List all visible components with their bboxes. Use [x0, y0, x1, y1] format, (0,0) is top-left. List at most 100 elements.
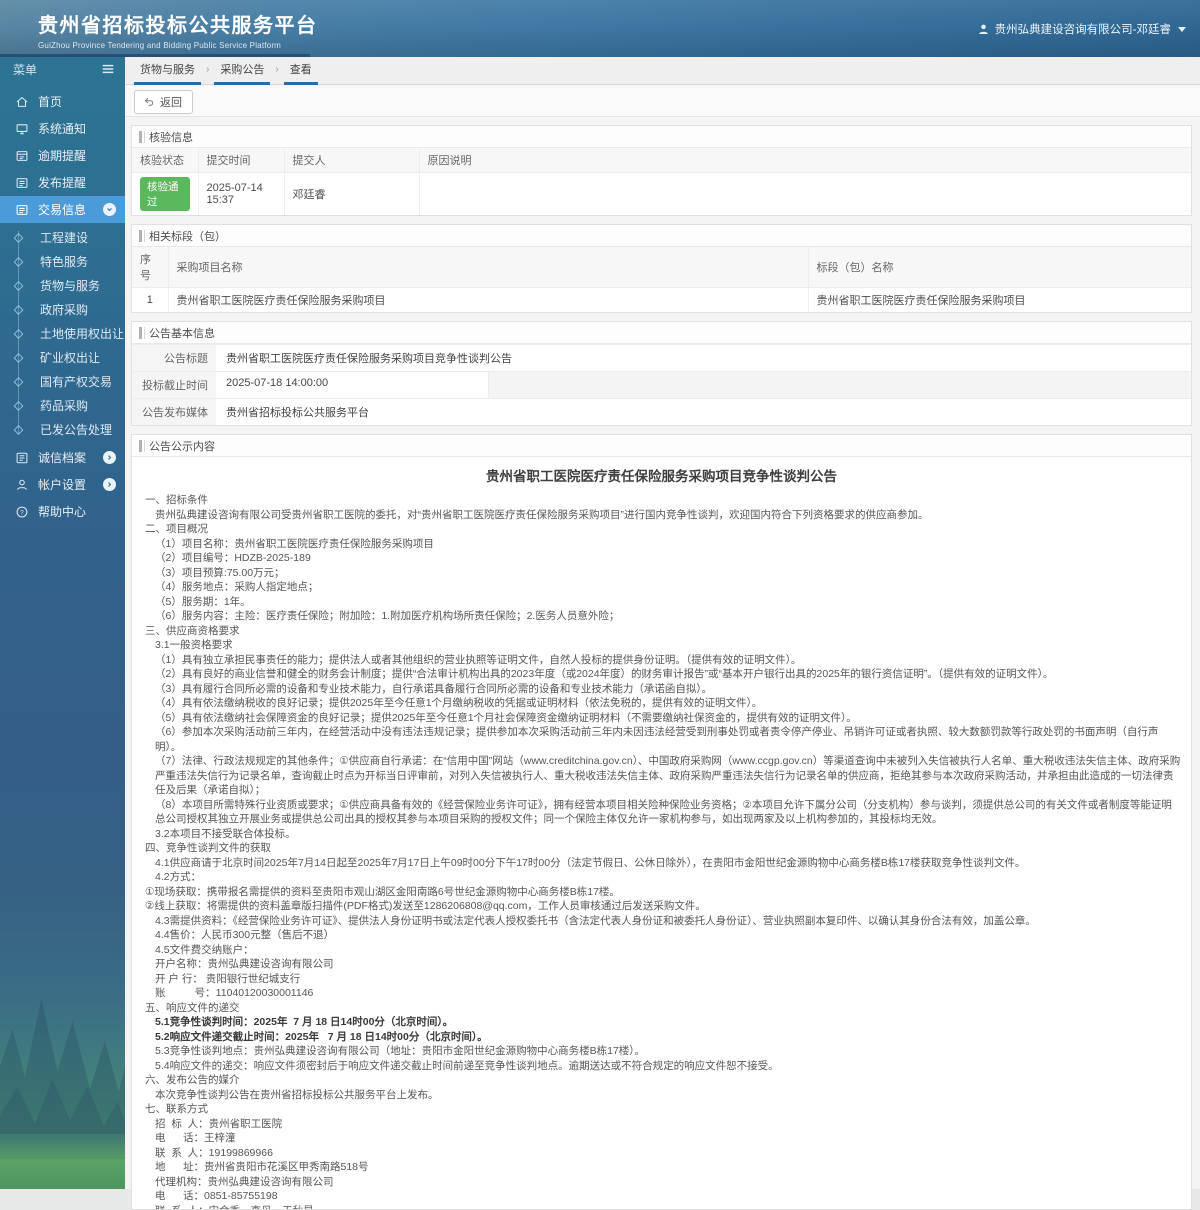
announcement-line: （2）具有良好的商业信誉和健全的财务会计制度；提供“合法审计机构出具的2023年…: [145, 667, 1181, 682]
user-name: 贵州弘典建设咨询有限公司-邓廷睿: [995, 21, 1171, 37]
breadcrumb-item-goods-services[interactable]: 货物与服务: [134, 57, 201, 85]
announcement-line: 代理机构：贵州弘典建设咨询有限公司: [145, 1175, 1181, 1190]
breadcrumb-item-procurement-notice[interactable]: 采购公告: [214, 57, 270, 85]
sidebar-item-notifications[interactable]: 系统通知: [0, 115, 125, 142]
status-badge: 核验通过: [140, 177, 190, 211]
sidebar-subitem[interactable]: 国有产权交易: [0, 370, 125, 394]
announcement-line: 开 户 行： 贵阳银行世纪城支行: [145, 972, 1181, 987]
archive-icon: [15, 451, 29, 465]
breadcrumb-item-view[interactable]: 查看: [284, 57, 318, 85]
info-label: 公告发布媒体: [132, 399, 216, 425]
sidebar-nav: 首页 系统通知 逾期提醒 发布提醒 交易信息 工程建设特色服务货物与: [0, 88, 125, 525]
sidebar: 菜单 首页 系统通知 逾期提醒 发布提醒 交易信息: [0, 57, 125, 1189]
sidebar-subitem[interactable]: 特色服务: [0, 250, 125, 274]
column-header: 提交时间: [198, 148, 284, 173]
announcement-line: 三、供应商资格要求: [145, 624, 1181, 639]
sidebar-subitem[interactable]: 工程建设: [0, 226, 125, 250]
sidebar-item-credit-archive[interactable]: 诚信档案: [0, 444, 125, 471]
announcement-line: 电 话：王梓潼: [145, 1131, 1181, 1146]
sidebar-subitem[interactable]: 已发公告处理: [0, 418, 125, 442]
basic-info-panel: 公告基本信息 公告标题 贵州省职工医院医疗责任保险服务采购项目竞争性谈判公告 投…: [131, 321, 1192, 426]
announcement-line: 开户名称：贵州弘典建设咨询有限公司: [145, 957, 1181, 972]
announcement-line: 4.3需提供资料：《经营保险业务许可证》、提供法人身份证明书或法定代表人授权委托…: [145, 914, 1181, 929]
packages-panel: 相关标段（包） 序号 采购项目名称 标段（包）名称 1 贵州省职工医院医疗责任保…: [131, 224, 1192, 313]
announcement-line: 账 号：11040120030001146: [145, 986, 1181, 1001]
bid-deadline-value: 2025-07-18 14:00:00: [216, 372, 488, 398]
column-header: 原因说明: [419, 148, 1191, 173]
announcement-line: 3.1一般资格要求: [145, 638, 1181, 653]
header-accent-bar: [0, 54, 310, 57]
sidebar-item-help-center[interactable]: ? 帮助中心: [0, 498, 125, 525]
announcement-line: 贵州弘典建设咨询有限公司受贵州省职工医院的委托，对“贵州省职工医院医疗责任保险服…: [145, 508, 1181, 523]
sidebar-item-label: 发布提醒: [38, 174, 86, 191]
announcement-line: 5.4响应文件的递交：响应文件须密封后于响应文件递交截止时间前递至竞争性谈判地点…: [145, 1059, 1181, 1074]
announcement-line: （5）具有依法缴纳社会保障资金的良好记录；提供2025年至今任意1个月社会保障资…: [145, 711, 1181, 726]
announcement-line: 5.3竞争性谈判地点：贵州弘典建设咨询有限公司（地址：贵阳市金阳世纪金源购物中心…: [145, 1044, 1181, 1059]
info-row-deadline: 投标截止时间 2025-07-18 14:00:00: [132, 371, 1191, 398]
sidebar-item-label: 交易信息: [38, 201, 86, 218]
announcement-line: 4.4售价：人民币300元整（售后不退）: [145, 928, 1181, 943]
chevron-down-icon: [103, 203, 116, 216]
sidebar-item-account-settings[interactable]: 帐户设置: [0, 471, 125, 498]
basic-info-panel-title: 公告基本信息: [132, 322, 1191, 344]
announcement-line: 5.2响应文件递交截止时间：2025年 7 月 18 日14时00分（北京时间）…: [145, 1030, 1181, 1045]
info-label: 公告标题: [132, 345, 216, 371]
app-subtitle: GuiZhou Province Tendering and Bidding P…: [38, 41, 318, 50]
announcement-line: 5.1竞争性谈判时间：2025年 7 月 18 日14时00分（北京时间）。: [145, 1015, 1181, 1030]
announcement-line: 五、响应文件的递交: [145, 1001, 1181, 1016]
announcement-panel: 公告公示内容 贵州省职工医院医疗责任保险服务采购项目竞争性谈判公告 一、招标条件…: [131, 434, 1192, 1210]
announcement-line: 4.2方式：: [145, 870, 1181, 885]
user-menu[interactable]: 贵州弘典建设咨询有限公司-邓廷睿: [977, 21, 1186, 37]
announcement-line: 本次竞争性谈判公告在贵州省招标投标公共服务平台上发布。: [145, 1088, 1181, 1103]
announcement-line: 招 标 人：贵州省职工医院: [145, 1117, 1181, 1132]
sidebar-item-label: 系统通知: [38, 120, 86, 137]
sidebar-subitem[interactable]: 药品采购: [0, 394, 125, 418]
toolbar: 返回: [125, 86, 1200, 117]
sidebar-subitem[interactable]: 政府采购: [0, 298, 125, 322]
verification-panel-title: 核验信息: [132, 126, 1191, 148]
table-header-row: 核验状态 提交时间 提交人 原因说明: [132, 148, 1191, 173]
sidebar-subitem[interactable]: 矿业权出让: [0, 346, 125, 370]
back-arrow-icon: [143, 96, 155, 108]
announcement-line: （7）法律、行政法规规定的其他条件；①供应商自行承诺：在“信用中国”网站（www…: [145, 754, 1181, 798]
sidebar-menu-bar: 菜单: [0, 57, 125, 81]
hamburger-icon[interactable]: [101, 62, 115, 76]
announcement-line: 一、招标条件: [145, 493, 1181, 508]
announcement-line: 地 址：贵州省贵阳市花溪区甲秀南路518号: [145, 1160, 1181, 1175]
packages-panel-title: 相关标段（包）: [132, 225, 1191, 247]
chevron-right-icon: [103, 451, 116, 464]
announcement-line: （4）服务地点：采购人指定地点；: [145, 580, 1181, 595]
verification-status-cell: 核验通过: [132, 173, 198, 216]
sidebar-item-home[interactable]: 首页: [0, 88, 125, 115]
announcement-line: （6）参加本次采购活动前三年内，在经营活动中没有违法违规记录；提供参加本次采购活…: [145, 725, 1181, 754]
back-button[interactable]: 返回: [134, 90, 193, 114]
chevron-right-icon: [103, 478, 116, 491]
table-row: 1 贵州省职工医院医疗责任保险服务采购项目 贵州省职工医院医疗责任保险服务采购项…: [132, 288, 1191, 313]
announcement-line: （1）具有独立承担民事责任的能力；提供法人或者其他组织的营业执照等证明文件，自然…: [145, 653, 1181, 668]
announcement-line: 联 系 人：宋金委、李丹、王秋星: [145, 1204, 1181, 1210]
announcement-line: 3.2本项目不接受联合体投标。: [145, 827, 1181, 842]
column-header: 采购项目名称: [168, 247, 808, 288]
announcement-line: （8）本项目所需特殊行业资质或要求；①供应商具备有效的《经营保险业务许可证》，拥…: [145, 798, 1181, 827]
announcement-line: （3）具有履行合同所必需的设备和专业技术能力，自行承诺具备履行合同所必需的设备和…: [145, 682, 1181, 697]
sidebar-item-overdue-reminder[interactable]: 逾期提醒: [0, 142, 125, 169]
announcement-line: （4）具有依法缴纳税收的良好记录；提供2025年至今任意1个月缴纳税收的凭据或证…: [145, 696, 1181, 711]
sidebar-subitem[interactable]: 土地使用权出让: [0, 322, 125, 346]
sidebar-submenu: 工程建设特色服务货物与服务政府采购土地使用权出让矿业权出让国有产权交易药品采购已…: [0, 223, 125, 444]
announcement-line: 4.5文件费交纳账户：: [145, 943, 1181, 958]
project-name-cell: 贵州省职工医院医疗责任保险服务采购项目: [168, 288, 808, 313]
person-icon: [15, 478, 29, 492]
announcement-heading: 贵州省职工医院医疗责任保险服务采购项目竞争性谈判公告: [132, 457, 1191, 492]
submitter-cell: 邓廷睿: [284, 173, 419, 216]
sidebar-item-label: 帮助中心: [38, 503, 86, 520]
column-header: 提交人: [284, 148, 419, 173]
info-row-media: 公告发布媒体 贵州省招标投标公共服务平台: [132, 398, 1191, 425]
column-header: 标段（包）名称: [808, 247, 1191, 288]
sidebar-item-publish-reminder[interactable]: 发布提醒: [0, 169, 125, 196]
empty-cell: [488, 372, 1191, 398]
sidebar-item-label: 诚信档案: [38, 449, 86, 466]
question-icon: ?: [15, 505, 29, 519]
sidebar-subitem[interactable]: 货物与服务: [0, 274, 125, 298]
sidebar-item-trade-info[interactable]: 交易信息: [0, 196, 125, 223]
announcement-line: （5）服务期：1年。: [145, 595, 1181, 610]
